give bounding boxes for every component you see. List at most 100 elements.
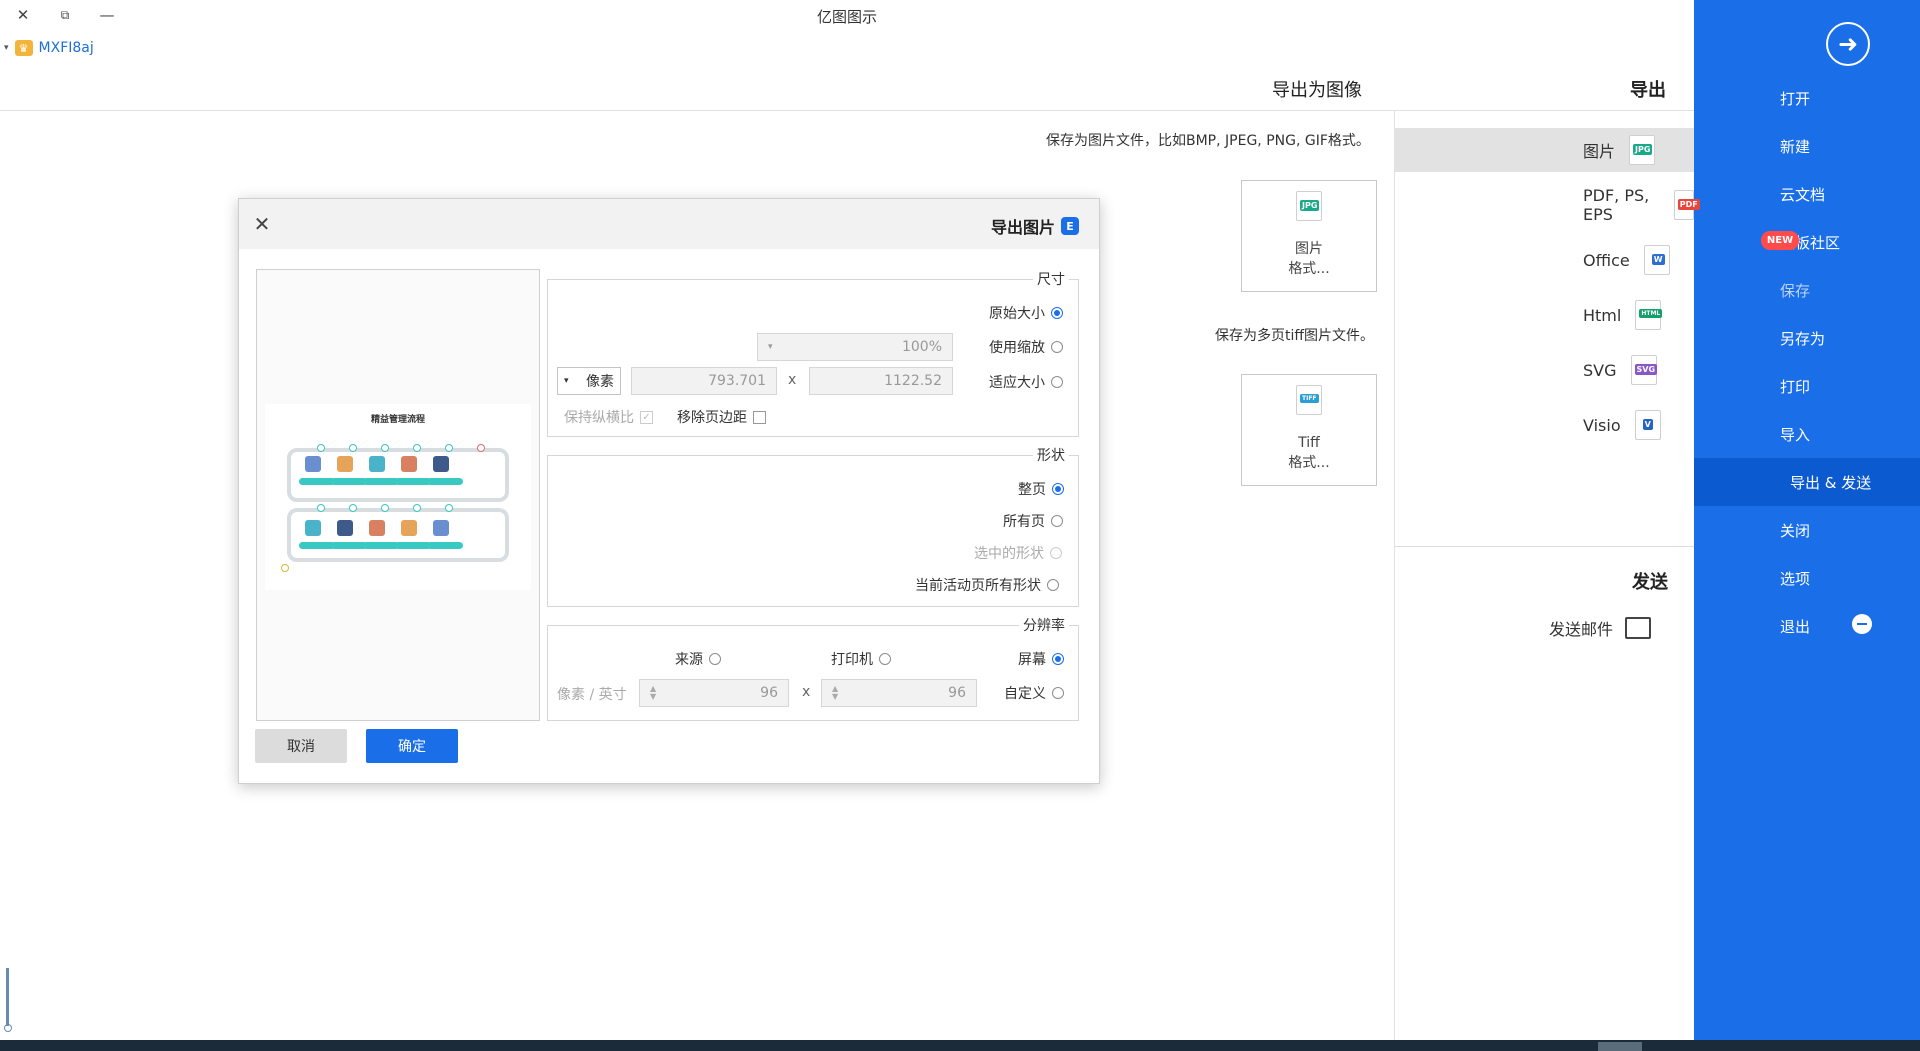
- sidebar-item-save[interactable]: 保存: [1694, 266, 1920, 314]
- sidebar-item-close[interactable]: 关闭: [1694, 506, 1920, 554]
- radio-button: [709, 653, 721, 665]
- times-sign: x: [788, 372, 797, 388]
- tiff-format-tile[interactable]: TIFF Tiff 格式...: [1241, 374, 1377, 486]
- section-divider: [1395, 546, 1694, 547]
- restore-window-button[interactable]: ⧉: [50, 2, 80, 28]
- ok-button[interactable]: 确定: [366, 729, 458, 763]
- resolution-y-value: 96: [760, 685, 778, 701]
- flow-node: [381, 504, 389, 512]
- sidebar-item-save-as[interactable]: 另存为: [1694, 314, 1920, 362]
- sidebar-item-new[interactable]: 新建: [1694, 122, 1920, 170]
- sidebar-item-print[interactable]: 打印: [1694, 362, 1920, 410]
- sidebar-item-label: 新建: [1780, 137, 1811, 156]
- zoom-value: 100%: [901, 339, 942, 355]
- sidebar-item-options[interactable]: 选项: [1694, 554, 1920, 602]
- remove-margin-checkbox[interactable]: 移除页边距: [677, 407, 766, 427]
- jpg-file-icon: JPG: [1296, 191, 1322, 221]
- height-input[interactable]: 793.701: [631, 367, 777, 395]
- radio-button: [1051, 307, 1063, 319]
- current-page-shapes-option[interactable]: 当前活动页所有形状: [915, 575, 1059, 595]
- send-mail-item[interactable]: 发送邮件: [1549, 616, 1652, 640]
- stepper-arrows-icon: ▲ ▼: [650, 684, 657, 701]
- screen-resolution-option[interactable]: 屏幕: [1018, 649, 1064, 669]
- mail-icon: [1625, 617, 1652, 639]
- export-category-html[interactable]: HTML Html: [1395, 293, 1694, 337]
- dialog-title-text: 导出图片: [991, 218, 1056, 237]
- arrow-right-icon: ➜: [1837, 30, 1859, 58]
- step-label: [427, 542, 463, 549]
- fit-size-option[interactable]: 适应大小: [989, 372, 1063, 392]
- export-category-svg[interactable]: SVG SVG: [1395, 348, 1694, 392]
- step-label: [363, 542, 399, 549]
- original-size-option[interactable]: 原始大小: [989, 303, 1063, 323]
- flow-node: [413, 504, 421, 512]
- dialog-header: E 导出图片 ✕: [239, 199, 1099, 249]
- minimize-window-button[interactable]: —: [92, 2, 122, 28]
- export-category-pdf[interactable]: PDF PDF, PS, EPS: [1395, 183, 1700, 227]
- resolution-x-stepper[interactable]: ▲ ▼ 96: [821, 679, 977, 707]
- tiff-export-description: 保存为多页tiff图片文件。: [1215, 328, 1375, 344]
- illustration: [337, 520, 353, 536]
- step-label: [299, 478, 335, 485]
- printer-resolution-option[interactable]: 打印机: [831, 649, 891, 669]
- height-value: 793.701: [708, 373, 766, 389]
- option-label: 所有页: [1003, 514, 1045, 530]
- export-category-office[interactable]: W Office: [1395, 238, 1694, 282]
- selected-shapes-option[interactable]: 选中的形状: [974, 543, 1062, 563]
- word-file-icon: W: [1643, 245, 1670, 275]
- illustration: [433, 456, 449, 472]
- sidebar-item-import[interactable]: 导入: [1694, 410, 1920, 458]
- resolution-y-stepper[interactable]: ▲ ▼ 96: [639, 679, 789, 707]
- sidebar-item-open[interactable]: 打开: [1694, 74, 1920, 122]
- category-label: 图片: [1583, 142, 1616, 161]
- taskbar-active-app[interactable]: [1598, 1042, 1642, 1051]
- back-button[interactable]: ➜: [1826, 22, 1870, 66]
- option-label: 使用缩放: [989, 340, 1045, 356]
- category-label: SVG: [1583, 360, 1617, 380]
- whole-page-option[interactable]: 整页: [1018, 479, 1064, 499]
- keep-ratio-checkbox[interactable]: ✓ 保持纵横比: [564, 407, 653, 427]
- sidebar-item-export-send[interactable]: 导出 & 发送: [1694, 458, 1920, 506]
- radio-button: [1051, 515, 1063, 527]
- step-label: [331, 478, 367, 485]
- cancel-button[interactable]: 取消: [255, 729, 347, 763]
- resolution-x-value: 96: [948, 685, 966, 701]
- option-label: 屏幕: [1018, 652, 1046, 668]
- close-window-button[interactable]: ✕: [8, 2, 38, 28]
- width-value: 1122.52: [884, 373, 942, 389]
- sidebar-item-exit[interactable]: 退出: [1694, 602, 1920, 650]
- sidebar-item-label: 打印: [1780, 377, 1811, 396]
- sidebar-item-label: 云文档: [1780, 185, 1826, 204]
- thermometer-icon: [4, 968, 12, 1040]
- option-label: 整页: [1018, 482, 1046, 498]
- zoom-select[interactable]: ▾ 100%: [757, 333, 953, 361]
- sidebar-item-template-community[interactable]: 模板社区: [1694, 218, 1920, 266]
- option-label: 适应大小: [989, 375, 1045, 391]
- illustration: [337, 456, 353, 472]
- preview-diagram-title: 精益管理流程: [370, 415, 425, 425]
- flow-node: [413, 444, 421, 452]
- step-label: [395, 542, 431, 549]
- source-resolution-option[interactable]: 来源: [675, 649, 721, 669]
- flow-node: [317, 444, 325, 452]
- custom-resolution-option[interactable]: 自定义: [1004, 683, 1064, 703]
- sidebar-item-cloud-docs[interactable]: 云文档: [1694, 170, 1920, 218]
- radio-button: [1050, 547, 1062, 559]
- tiff-file-icon: TIFF: [1296, 385, 1322, 415]
- option-label: 当前活动页所有形状: [915, 578, 1041, 594]
- user-menu[interactable]: ▾ ♛ MXFI8aj: [4, 38, 94, 58]
- dialog-close-button[interactable]: ✕: [249, 211, 275, 237]
- export-category-image[interactable]: JPG 图片: [1395, 128, 1694, 172]
- illustration: [369, 456, 385, 472]
- crown-icon: ♛: [14, 40, 33, 56]
- export-category-visio[interactable]: V Visio: [1395, 403, 1694, 447]
- jpg-file-icon: JPG: [1629, 135, 1656, 165]
- unit-select[interactable]: ▾ 像素: [557, 367, 621, 395]
- image-format-tile[interactable]: JPG 图片 格式...: [1241, 180, 1377, 292]
- all-pages-option[interactable]: 所有页: [1003, 511, 1063, 531]
- svg-file-icon: SVG: [1630, 355, 1658, 385]
- width-input[interactable]: 1122.52: [809, 367, 953, 395]
- use-zoom-option[interactable]: 使用缩放: [989, 337, 1063, 357]
- radio-button: [1047, 579, 1059, 591]
- sidebar-item-label: 导入: [1780, 425, 1811, 444]
